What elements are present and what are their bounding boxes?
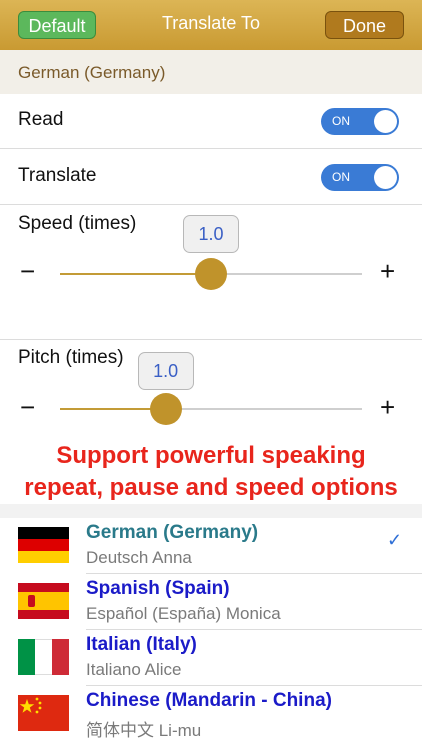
flag-china-icon [18, 695, 69, 731]
translate-toggle-state: ON [332, 170, 350, 184]
read-label: Read [18, 109, 64, 130]
pitch-value-bubble: 1.0 [137, 352, 194, 390]
done-button[interactable]: Done [325, 11, 404, 39]
language-name: Italian (Italy) [86, 634, 197, 655]
divider [0, 148, 422, 149]
speed-slider-fill [60, 273, 211, 275]
divider [0, 339, 422, 340]
language-voice: Italiano Alice [86, 660, 182, 679]
pitch-decrease-button[interactable]: − [20, 392, 35, 423]
language-voice: Deutsch Anna [86, 548, 192, 567]
translate-label: Translate [18, 165, 97, 186]
speed-increase-button[interactable]: + [380, 256, 395, 287]
toggle-knob [374, 166, 397, 189]
translate-toggle[interactable]: ON [321, 164, 399, 191]
language-name: Spanish (Spain) [86, 578, 230, 599]
language-voice: 简体中文 Li-mu [86, 721, 202, 740]
pitch-slider-track[interactable] [60, 408, 362, 410]
read-toggle[interactable]: ON [321, 108, 399, 135]
pitch-slider-thumb[interactable] [149, 393, 182, 425]
language-row-german[interactable]: German (Germany) Deutsch Anna ✓ [0, 518, 422, 574]
language-row-spanish[interactable]: Spanish (Spain) Español (España) Monica [0, 574, 422, 630]
speed-slider-row: 1.0 − + [0, 215, 422, 295]
speed-decrease-button[interactable]: − [20, 256, 35, 287]
speed-slider-thumb[interactable] [195, 258, 227, 290]
navigation-bar: Default Translate To Done [0, 0, 422, 50]
promo-background [0, 504, 422, 518]
promo-line-1: Support powerful speaking [56, 442, 366, 469]
speed-value-bubble: 1.0 [183, 215, 239, 253]
language-voice: Español (España) Monica [86, 604, 281, 623]
pitch-increase-button[interactable]: + [380, 392, 395, 423]
language-name: German (Germany) [86, 522, 259, 543]
section-header-label: German (Germany) [18, 63, 166, 82]
divider [0, 204, 422, 205]
check-icon: ✓ [387, 530, 403, 550]
flag-spain-icon [18, 583, 69, 619]
flag-italy-icon [18, 639, 69, 675]
toggle-knob [374, 110, 397, 133]
flag-germany-icon [18, 527, 69, 563]
language-row-chinese[interactable]: Chinese (Mandarin - China) 简体中文 Li-mu [0, 686, 422, 742]
language-name: Chinese (Mandarin - China) [86, 690, 332, 711]
promo-line-2: repeat, pause and speed options [24, 474, 398, 501]
language-row-italian[interactable]: Italian (Italy) Italiano Alice [0, 630, 422, 686]
section-header: German (Germany) [0, 50, 422, 94]
read-toggle-state: ON [332, 114, 350, 128]
pitch-slider-row: 1.0 − + [0, 352, 422, 432]
